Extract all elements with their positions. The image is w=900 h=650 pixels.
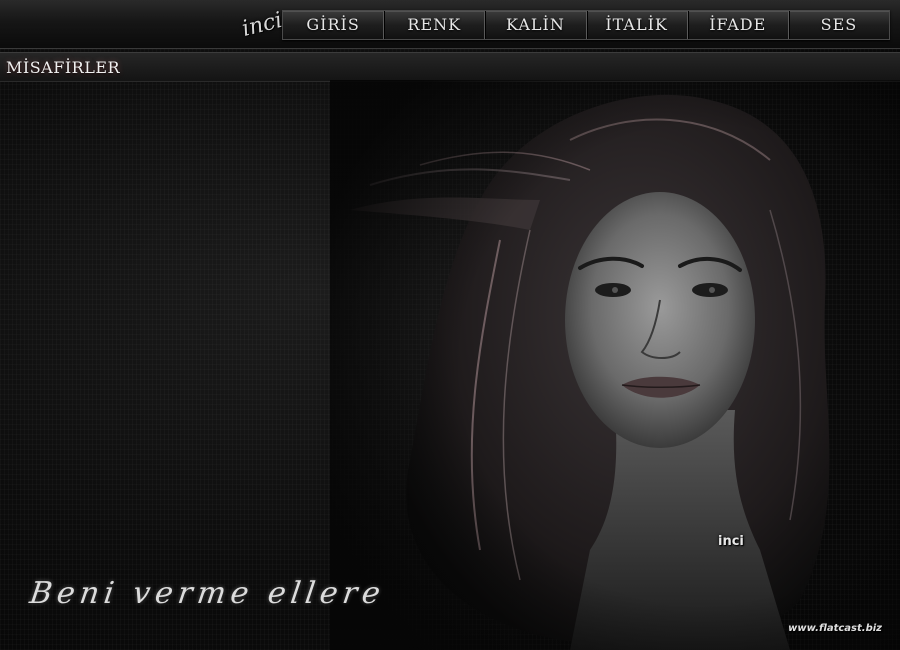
nav-ses-button[interactable]: SES (787, 11, 889, 39)
chat-background: inci GİRİS RENK KALİN İTALİK İFADE SES M… (0, 0, 900, 650)
nav-giris-button[interactable]: GİRİS (283, 11, 383, 39)
top-navigation-bar: inci GİRİS RENK KALİN İTALİK İFADE SES (0, 0, 900, 49)
section-header: MİSAFİRLER (0, 52, 900, 82)
nav-menu: GİRİS RENK KALİN İTALİK İFADE SES (282, 10, 890, 40)
nav-kalin-button[interactable]: KALİN (484, 11, 585, 39)
signature-watermark: inci (718, 534, 744, 549)
tagline-text: Beni verme ellere (27, 576, 388, 611)
portrait-image (330, 80, 900, 650)
nav-renk-button[interactable]: RENK (383, 11, 484, 39)
nav-italik-button[interactable]: İTALİK (585, 11, 687, 39)
section-title: MİSAFİRLER (6, 58, 121, 77)
nav-ifade-button[interactable]: İFADE (686, 11, 788, 39)
site-url-link[interactable]: www.flatcast.biz (788, 623, 882, 634)
